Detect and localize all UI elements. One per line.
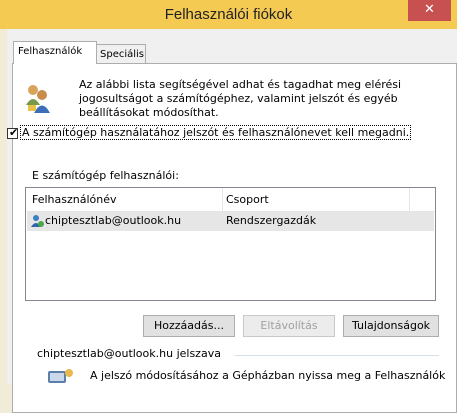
remove-user-label: Eltávolítás (260, 319, 318, 332)
tab-specialis[interactable]: Speciális (95, 44, 146, 64)
column-group[interactable]: Csoport (226, 193, 269, 206)
checkmark-icon: ✔ (9, 126, 19, 139)
table-row[interactable]: chiptesztlab@outlook.hu Rendszergazdák (27, 212, 434, 231)
title-bar[interactable]: Felhasználói fiókok ✕ (0, 0, 457, 29)
column-username[interactable]: Felhasználónév (32, 193, 117, 206)
password-group-text: A jelszó módosításához a Gépházban nyiss… (90, 369, 446, 382)
tab-label: Speciális (100, 49, 145, 60)
require-login-label[interactable]: A számítógép használatához jelszót és fe… (20, 125, 412, 140)
require-login-checkbox[interactable]: ✔ (7, 126, 19, 139)
intro-line-3: beállításokat módosíthat. (79, 106, 219, 119)
dialog-client: Felhasználók Speciális Az alábbi lista s… (7, 29, 457, 413)
add-user-label: Hozzáadás... (154, 319, 224, 332)
password-key-icon (48, 369, 73, 383)
tab-label: Felhasználók (18, 46, 83, 57)
users-list[interactable]: Felhasználónév Csoport chiptesztlab@outl… (25, 187, 436, 301)
password-group-title: chiptesztlab@outlook.hu jelszava (37, 347, 221, 360)
window-title: Felhasználói fiókok (164, 6, 293, 23)
column-divider[interactable] (222, 188, 223, 211)
close-button[interactable]: ✕ (408, 0, 451, 21)
users-icon (26, 85, 50, 113)
intro-line-1: Az alábbi lista segítségével adhat és ta… (79, 78, 402, 91)
properties-button[interactable]: Tulajdonságok (343, 315, 439, 337)
row-username: chiptesztlab@outlook.hu (45, 214, 182, 227)
users-section-label: E számítógép felhasználói: (32, 169, 179, 182)
add-user-button[interactable]: Hozzáadás... (143, 315, 235, 337)
tab-felhasznalok[interactable]: Felhasználók (13, 41, 97, 64)
row-group: Rendszergazdák (226, 214, 317, 227)
user-account-icon (31, 215, 44, 227)
remove-user-button[interactable]: Eltávolítás (243, 315, 335, 337)
intro-line-2: jogosultságot a számítógéphez, valamint … (79, 92, 398, 105)
properties-label: Tulajdonságok (351, 319, 431, 332)
group-divider (235, 355, 439, 356)
list-header: Felhasználónév Csoport (26, 188, 435, 212)
column-divider[interactable] (409, 188, 410, 211)
